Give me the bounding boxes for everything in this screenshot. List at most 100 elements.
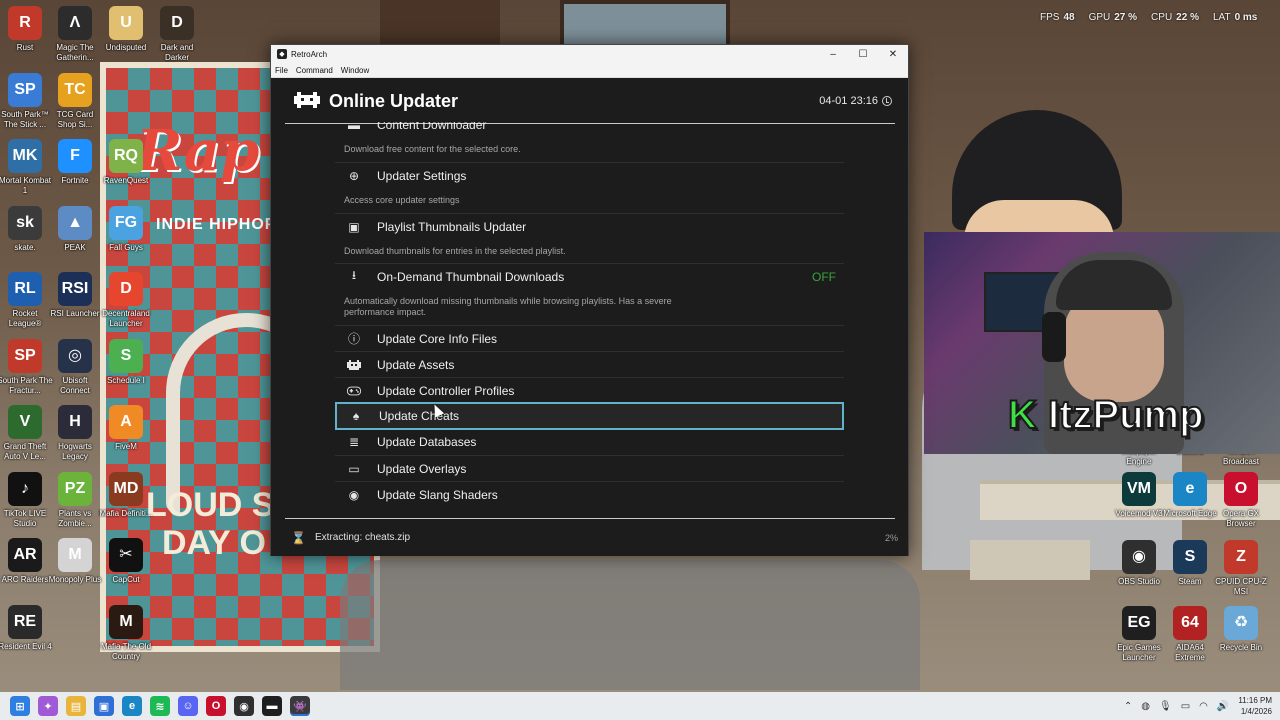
microphone-icon[interactable]: 🎙 — [1159, 701, 1172, 712]
arc-raiders-icon: AR — [8, 538, 42, 572]
menu-item-on-demand-thumbnail-downloads[interactable]: ⭳ On-Demand Thumbnail Downloads OFF — [335, 263, 844, 289]
close-button[interactable]: ✕ — [878, 45, 908, 63]
wallpaper-shoes — [340, 560, 920, 690]
taskbar-microsoft-store-icon[interactable]: ▣ — [94, 696, 114, 716]
chevron-up-icon[interactable]: ⌃ — [1124, 701, 1132, 712]
menu-item-updater-settings[interactable]: ⊕ Updater Settings — [335, 162, 844, 188]
menu-item-content-downloader[interactable]: ▬ Content Downloader — [335, 122, 844, 138]
desktop-shortcut[interactable]: O Opera GX Browser — [1213, 472, 1269, 529]
taskbar-spotify-icon[interactable]: ≋ — [150, 696, 170, 716]
menu-window[interactable]: Window — [341, 66, 369, 75]
taskbar-copilot-icon[interactable]: ✦ — [38, 696, 58, 716]
window-titlebar[interactable]: ◆ RetroArch – ☐ ✕ — [271, 45, 908, 63]
desktop-shortcut[interactable]: A FiveM — [98, 405, 154, 452]
webcam-cap — [1056, 260, 1172, 310]
taskbar-discord-icon[interactable]: ☺ — [178, 696, 198, 716]
cpuz-icon: Z — [1224, 540, 1258, 574]
desktop-shortcut[interactable]: Λ Magic The Gatherin... — [47, 6, 103, 63]
desktop-shortcut[interactable]: RL Rocket League® — [0, 272, 53, 329]
recycle-bin-icon: ♻ — [1224, 606, 1258, 640]
desktop-shortcut[interactable]: ▲ PEAK — [47, 205, 103, 253]
menu-item-update-databases[interactable]: ≣ Update Databases — [335, 429, 844, 455]
menu-item-update-cheats[interactable]: ♠ Update Cheats — [335, 402, 844, 430]
desktop-shortcut[interactable]: SP South Park The Fractur... — [0, 338, 53, 396]
maximize-button[interactable]: ☐ — [848, 45, 878, 63]
desktop-shortcut[interactable]: S Steam — [1162, 540, 1218, 587]
menu-item-update-slang-shaders[interactable]: ◉ Update Slang Shaders — [335, 481, 844, 507]
taskbar-opera-gx-icon[interactable]: O — [206, 696, 226, 716]
desktop-shortcut[interactable]: ◉ OBS Studio — [1111, 540, 1167, 587]
taskbar-edge-icon[interactable]: e — [122, 696, 142, 716]
desktop-shortcut[interactable]: EG Epic Games Launcher — [1111, 606, 1167, 663]
desktop-shortcut[interactable]: SP South Park™ The Stick ... — [0, 72, 53, 130]
desktop-shortcut[interactable]: F Fortnite — [47, 139, 103, 186]
minimize-button[interactable]: – — [818, 45, 848, 63]
volume-icon[interactable]: 🔊 — [1217, 701, 1229, 712]
taskbar-windows-start-icon[interactable]: ⊞ — [10, 696, 30, 716]
taskbar-terminal-icon[interactable]: ▬ — [262, 696, 282, 716]
fortnite-icon: F — [58, 139, 92, 173]
desktop-shortcut[interactable]: 64 AIDA64 Extreme — [1162, 606, 1218, 663]
desktop-shortcut[interactable]: S Schedule I — [98, 338, 154, 386]
desktop-shortcut[interactable]: AR ARC Raiders — [0, 538, 53, 585]
tcg-icon: TC — [58, 72, 92, 107]
desktop-shortcut[interactable]: ♪ TikTok LIVE Studio — [0, 471, 53, 529]
desktop-shortcut-label: Recycle Bin — [1219, 643, 1263, 652]
display-icon[interactable]: ▭ — [1181, 701, 1190, 712]
desktop-shortcut[interactable]: D Decentraland Launcher — [98, 272, 154, 329]
taskbar-obs-icon[interactable]: ◉ — [234, 696, 254, 716]
desktop-shortcut[interactable]: H Hogwarts Legacy — [47, 405, 103, 462]
desktop-shortcut-label: Dark and Darker — [160, 43, 194, 62]
desktop-shortcut[interactable]: FG Fall Guys — [98, 205, 154, 253]
desktop-shortcut[interactable]: ✂ CapCut — [98, 538, 154, 585]
wifi-icon[interactable]: ◠ — [1199, 701, 1208, 712]
desktop-shortcut[interactable]: MK Mortal Kombat 1 — [0, 139, 53, 196]
database-icon: ≣ — [348, 435, 360, 449]
taskbar-clock[interactable]: 11:16 PM 1/4/2026 — [1238, 695, 1272, 717]
network-status-icon[interactable]: ◍ — [1141, 701, 1150, 712]
peak-icon: ▲ — [58, 205, 92, 240]
desktop-shortcut[interactable]: TC TCG Card Shop Si... — [47, 72, 103, 130]
hogwarts-icon: H — [58, 405, 92, 439]
desktop-shortcut[interactable]: RSI RSI Launcher — [47, 272, 103, 319]
desktop-shortcut[interactable]: sk skate. — [0, 205, 53, 253]
desktop-shortcut[interactable]: PZ Plants vs Zombie... — [47, 471, 103, 529]
desktop-shortcut-label: AIDA64 Extreme — [1175, 643, 1205, 662]
south-park-icon: SP — [8, 72, 42, 107]
online-updater-menu: ▬ Content Downloader Download free conte… — [335, 122, 844, 520]
desktop-shortcut[interactable]: ◎ Ubisoft Connect — [47, 338, 103, 396]
desktop-shortcut[interactable]: VM Voicemod V3 — [1111, 472, 1167, 519]
menu-item-update-controller-profiles[interactable]: Update Controller Profiles — [335, 377, 844, 403]
status-message: Extracting: cheats.zip — [315, 532, 411, 543]
desktop-shortcut[interactable]: ♻ Recycle Bin — [1213, 606, 1269, 653]
menu-item-description: Automatically download missing thumbnail… — [344, 296, 672, 306]
menu-item-label: Update Core Info Files — [377, 331, 498, 346]
desktop-shortcut[interactable]: RE Resident Evil 4 — [0, 604, 53, 652]
desktop-shortcut[interactable]: Z CPUID CPU-Z MSI — [1213, 540, 1269, 597]
taskbar-file-explorer-icon[interactable]: ▤ — [66, 696, 86, 716]
menu-item-update-assets[interactable]: Update Assets — [335, 351, 844, 377]
desktop-shortcut[interactable]: D Dark and Darker — [149, 6, 205, 63]
desktop-shortcut[interactable]: U Undisputed — [98, 6, 154, 53]
desktop-shortcut[interactable]: MD Mafia Definiti... — [98, 471, 154, 519]
menu-item-playlist-thumbnails-updater[interactable]: ▣ Playlist Thumbnails Updater — [335, 213, 844, 239]
desktop-shortcut[interactable]: M Monopoly Plus — [47, 538, 103, 585]
decentraland-icon: D — [109, 272, 143, 306]
menu-command[interactable]: Command — [296, 66, 333, 75]
desktop-shortcut-label: Grand Theft Auto V Le... — [3, 442, 47, 461]
opera-gx-icon: O — [1224, 472, 1258, 506]
performance-overlay: FPS 48 GPU 27 % CPU 22 % LAT 0 ms — [1040, 12, 1257, 23]
menu-item-update-core-info-files[interactable]: ⓘ Update Core Info Files — [335, 325, 844, 351]
desktop-shortcut[interactable]: RQ RavenQuest — [98, 139, 154, 186]
desktop-shortcut[interactable]: M Mafia The Old Country — [98, 604, 154, 662]
desktop-shortcut[interactable]: V Grand Theft Auto V Le... — [0, 405, 53, 462]
eye-icon: ◉ — [348, 487, 360, 502]
toggle-value-off[interactable]: OFF — [812, 270, 836, 284]
desktop-shortcut[interactable]: e Microsoft Edge — [1162, 472, 1218, 519]
desktop-shortcut[interactable]: R Rust — [0, 6, 53, 53]
menu-item-update-overlays[interactable]: ▭ Update Overlays — [335, 455, 844, 481]
undisputed-icon: U — [109, 6, 143, 40]
menu-file[interactable]: File — [275, 66, 288, 75]
taskbar-retroarch-icon[interactable]: 👾 — [290, 696, 310, 716]
desktop-shortcut-label: Rocket League® — [8, 309, 42, 328]
